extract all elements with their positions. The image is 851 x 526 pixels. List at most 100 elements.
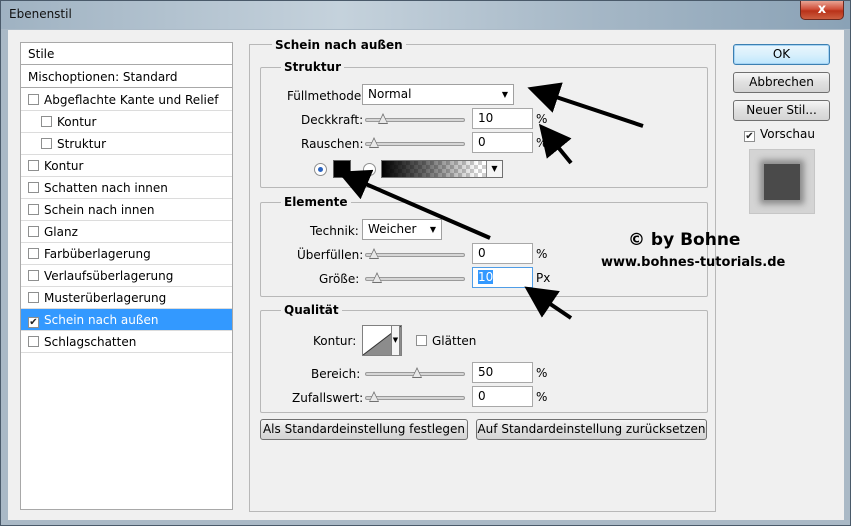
slider-thumb[interactable] [377,113,388,124]
opacity-input[interactable]: 10 [472,108,533,129]
color-swatch[interactable] [333,160,351,178]
jitter-unit: % [536,390,548,404]
antialias-checkbox[interactable] [416,335,427,346]
quality-group: Qualität Kontur: ▼ Glätten Bereich: 50 %… [260,303,708,413]
size-label: Größe: [319,272,360,286]
style-item[interactable]: Musterüberlagerung [21,287,232,309]
blend-mode-select[interactable]: Normal ▼ [362,84,514,105]
make-default-button[interactable]: Als Standardeinstellung festlegen [260,419,468,440]
range-input[interactable]: 50 [472,362,533,383]
slider-thumb[interactable] [372,272,383,283]
preview-row[interactable]: ✔ Vorschau [744,127,815,142]
title-bar[interactable]: Ebenenstil x [1,1,850,29]
watermark-author: © by Bohne [628,230,741,250]
layer-style-window: Ebenenstil x Stile Mischoptionen: Standa… [0,0,851,526]
spread-label: Überfüllen: [297,248,364,262]
range-slider[interactable] [365,367,465,381]
style-item-label: Kontur [44,159,84,173]
style-item-label: Verlaufsüberlagerung [44,269,174,283]
slider-thumb[interactable] [412,367,422,378]
style-item[interactable]: Schatten nach innen [21,177,232,199]
style-item-label: Schlagschatten [44,335,137,349]
watermark-url: www.bohnes-tutorials.de [601,255,786,270]
style-item[interactable]: Verlaufsüberlagerung [21,265,232,287]
chevron-down-icon: ▼ [429,225,436,234]
structure-group: Struktur Füllmethode: Normal ▼ Deckkraft… [260,60,708,188]
ok-button[interactable]: OK [733,44,830,65]
noise-label: Rauschen: [301,137,364,151]
opacity-slider[interactable] [365,113,465,127]
close-button[interactable]: x [800,1,844,20]
style-item-checkbox[interactable] [28,94,39,105]
style-item-checkbox[interactable] [28,204,39,215]
slider-thumb[interactable] [369,137,379,148]
noise-slider[interactable] [365,137,465,151]
slider-thumb[interactable] [369,391,379,402]
outer-glow-panel: Schein nach außen Struktur Füllmethode: … [249,38,716,512]
spread-input[interactable]: 0 [472,243,533,264]
blend-options-item[interactable]: Mischoptionen: Standard [21,66,232,88]
reset-default-button[interactable]: Auf Standardeinstellung zurücksetzen [476,419,707,440]
style-item-checkbox[interactable] [28,270,39,281]
opacity-label: Deckkraft: [301,113,364,127]
style-item[interactable]: Schein nach innen [21,199,232,221]
antialias-row[interactable]: Glätten [416,334,476,348]
window-title: Ebenenstil [9,7,72,21]
style-item[interactable]: Struktur [21,133,232,155]
style-item[interactable]: Schlagschatten [21,331,232,353]
jitter-slider[interactable] [365,391,465,405]
noise-unit: % [536,136,548,150]
style-item-checkbox[interactable] [28,248,39,259]
preview-checkbox[interactable]: ✔ [744,131,755,142]
blend-mode-label: Füllmethode: [287,89,366,103]
range-unit: % [536,366,548,380]
cancel-button[interactable]: Abbrechen [733,72,830,93]
style-item-label: Schatten nach innen [44,181,168,195]
preview-thumbnail [749,149,815,214]
dialog-client: Stile Mischoptionen: Standard Abgeflacht… [8,30,844,520]
style-item-label: Glanz [44,225,78,239]
size-unit: Px [536,271,551,285]
style-item[interactable]: Farbüberlagerung [21,243,232,265]
spread-unit: % [536,247,548,261]
spread-slider[interactable] [365,248,465,262]
noise-input[interactable]: 0 [472,132,533,153]
style-item-checkbox[interactable] [28,182,39,193]
style-item-checkbox[interactable] [28,160,39,171]
style-item-label: Musterüberlagerung [44,291,167,305]
style-item-checkbox[interactable] [28,292,39,303]
structure-title: Struktur [281,60,345,74]
preview-square [764,164,800,200]
color-radio[interactable] [314,163,327,176]
antialias-label: Glätten [432,334,477,348]
style-item[interactable]: Abgeflachte Kante und Relief [21,89,232,111]
jitter-input[interactable]: 0 [472,386,533,407]
contour-label: Kontur: [313,334,357,348]
style-item-label: Farbüberlagerung [44,247,151,261]
new-style-button[interactable]: Neuer Stil... [733,100,830,121]
size-slider[interactable] [365,272,465,286]
gradient-picker[interactable]: ▼ [381,160,503,178]
style-item-checkbox[interactable] [41,138,52,149]
style-item[interactable]: ✔ Schein nach außen [21,309,232,331]
style-item[interactable]: Kontur [21,111,232,133]
style-item-checkbox[interactable] [41,116,52,127]
style-item-label: Kontur [57,115,97,129]
technique-select[interactable]: Weicher ▼ [362,219,442,240]
contour-dropdown[interactable]: ▼ [391,325,400,356]
chevron-down-icon[interactable]: ▼ [486,161,502,177]
slider-thumb[interactable] [369,248,379,259]
style-item-checkbox[interactable] [28,226,39,237]
size-input[interactable]: 10 [472,267,533,288]
style-item-checkbox[interactable]: ✔ [28,317,39,328]
gradient-radio[interactable] [363,163,376,176]
style-item[interactable]: Kontur [21,155,232,177]
technique-label: Technik: [310,224,359,238]
style-item-checkbox[interactable] [28,336,39,347]
style-item-label: Abgeflachte Kante und Relief [44,93,219,107]
opacity-unit: % [536,112,548,126]
styles-list-header[interactable]: Stile [21,43,232,65]
quality-title: Qualität [281,303,342,317]
styles-list: Stile Mischoptionen: Standard Abgeflacht… [20,42,233,510]
style-item[interactable]: Glanz [21,221,232,243]
